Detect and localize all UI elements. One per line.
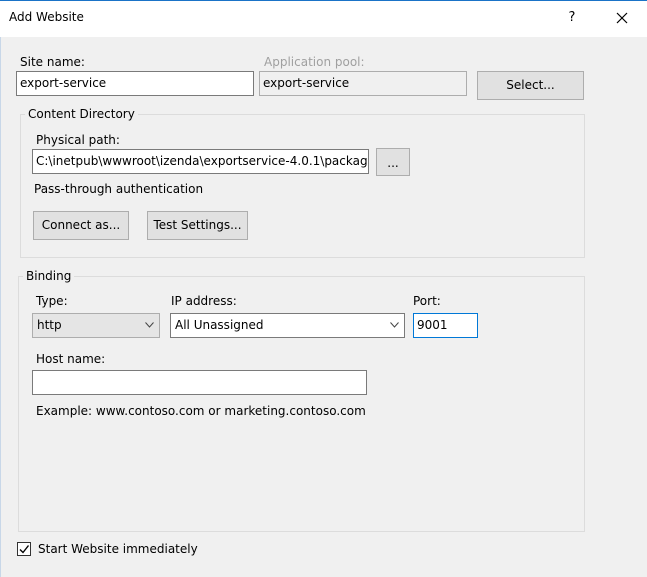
port-input[interactable]: 9001 <box>413 313 478 338</box>
ip-address-select-value: All Unassigned <box>175 318 264 332</box>
checkmark-icon <box>19 545 30 554</box>
browse-path-button[interactable]: ... <box>376 148 410 176</box>
start-immediately-label[interactable]: Start Website immediately <box>38 542 198 556</box>
close-button[interactable] <box>608 5 636 31</box>
host-name-example: Example: www.contoso.com or marketing.co… <box>36 404 366 418</box>
chevron-down-icon <box>390 322 399 328</box>
pass-through-auth-label: Pass-through authentication <box>34 182 204 196</box>
start-immediately-checkbox[interactable] <box>17 542 31 556</box>
physical-path-label: Physical path: <box>36 133 120 147</box>
close-icon <box>616 12 628 24</box>
type-label: Type: <box>36 294 68 308</box>
host-name-label: Host name: <box>36 352 106 366</box>
dialog-title: Add Website <box>9 10 84 24</box>
content-directory-legend: Content Directory <box>25 107 138 121</box>
ip-address-label: IP address: <box>171 294 237 308</box>
application-pool-label: Application pool: <box>264 55 365 69</box>
application-pool-field: export-service <box>259 71 467 96</box>
ip-address-select[interactable]: All Unassigned <box>170 313 405 338</box>
host-name-input[interactable] <box>32 370 367 395</box>
site-name-input[interactable]: export-service <box>16 71 254 96</box>
site-name-label: Site name: <box>20 55 85 69</box>
chevron-down-icon <box>145 322 154 328</box>
type-select[interactable]: http <box>32 313 160 338</box>
select-app-pool-button[interactable]: Select... <box>477 71 584 100</box>
test-settings-button[interactable]: Test Settings... <box>147 211 248 240</box>
window-left-border <box>0 37 1 577</box>
binding-legend: Binding <box>23 269 75 283</box>
physical-path-input[interactable]: C:\inetpub\wwwroot\izenda\exportservice-… <box>32 149 369 174</box>
port-label: Port: <box>413 294 441 308</box>
help-button[interactable]: ? <box>560 6 584 30</box>
title-bar <box>0 0 647 37</box>
connect-as-button[interactable]: Connect as... <box>33 211 129 240</box>
type-select-value: http <box>37 318 62 332</box>
